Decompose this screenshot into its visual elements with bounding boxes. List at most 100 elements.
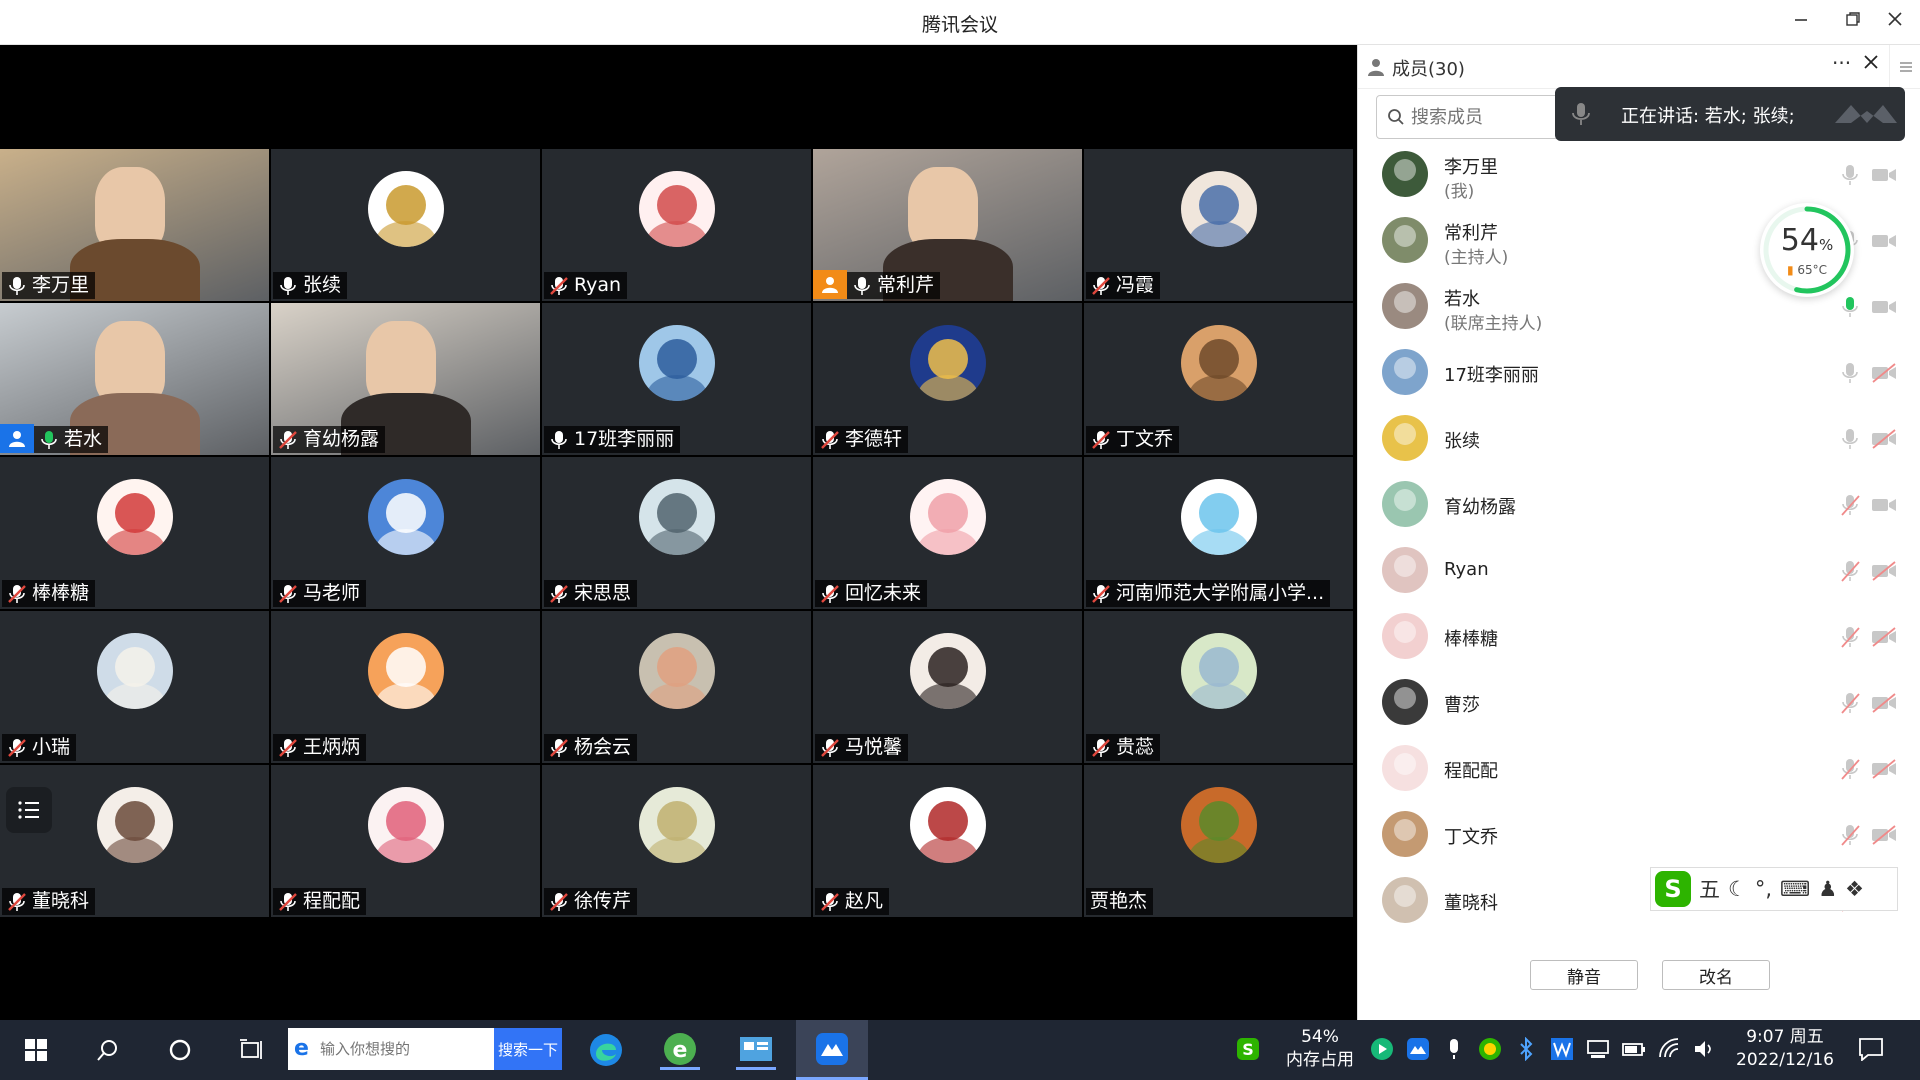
task-view-button[interactable] — [232, 1030, 272, 1070]
microphone-muted-icon[interactable] — [1838, 823, 1862, 847]
minimize-button[interactable] — [1786, 8, 1816, 36]
participant-list-toggle[interactable] — [6, 787, 52, 833]
participant-tile[interactable]: 回忆未来 — [813, 457, 1082, 609]
camera-icon[interactable] — [1870, 163, 1898, 187]
member-row[interactable]: 17班李丽丽 — [1378, 343, 1898, 403]
restore-button[interactable] — [1838, 8, 1868, 36]
camera-off-icon[interactable] — [1870, 427, 1898, 451]
camera-icon[interactable] — [1870, 229, 1898, 253]
camera-off-icon[interactable] — [1870, 823, 1898, 847]
punctuation-icon[interactable]: °, — [1755, 877, 1772, 901]
participant-tile[interactable]: 马悦馨 — [813, 611, 1082, 763]
participant-tile[interactable]: 河南师范大学附属小学... — [1084, 457, 1353, 609]
play-tray-icon[interactable] — [1370, 1037, 1394, 1061]
microphone-muted-icon[interactable] — [1838, 559, 1862, 583]
microphone-muted-icon[interactable] — [1838, 691, 1862, 715]
taskbar-clock[interactable]: 9:07 周五 2022/12/16 — [1720, 1026, 1850, 1072]
member-row[interactable]: Ryan — [1378, 541, 1898, 601]
wifi-tray-icon[interactable] — [1658, 1037, 1682, 1061]
participant-tile[interactable]: 宋思思 — [542, 457, 811, 609]
mute-all-button[interactable]: 静音 — [1530, 960, 1638, 990]
bluetooth-tray-icon[interactable] — [1514, 1036, 1538, 1062]
camera-off-icon[interactable] — [1870, 361, 1898, 385]
participant-tile[interactable]: Ryan — [542, 149, 811, 301]
volume-tray-icon[interactable] — [1692, 1037, 1716, 1061]
camera-off-icon[interactable] — [1870, 757, 1898, 781]
camera-off-icon[interactable] — [1870, 625, 1898, 649]
microphone-icon[interactable] — [1838, 295, 1862, 319]
participant-tile[interactable]: 董晓科 — [0, 765, 269, 917]
member-row[interactable]: 曹莎 — [1378, 673, 1898, 733]
member-row[interactable]: 丁文乔 — [1378, 805, 1898, 865]
participant-tile[interactable]: 育幼杨露 — [271, 303, 540, 455]
participant-tile[interactable]: 李万里 — [0, 149, 269, 301]
close-window-button[interactable] — [1880, 8, 1910, 36]
camera-off-icon[interactable] — [1870, 559, 1898, 583]
microphone-icon[interactable] — [1838, 427, 1862, 451]
moon-icon[interactable]: ☾ — [1728, 877, 1747, 901]
camera-icon[interactable] — [1870, 493, 1898, 517]
camera-icon[interactable] — [1870, 295, 1898, 319]
taskbar-search-submit[interactable]: 搜索一下 — [494, 1028, 562, 1070]
member-row[interactable]: 张续 — [1378, 409, 1898, 469]
taskbar-tencent-meeting[interactable] — [796, 1020, 868, 1080]
participant-tile[interactable]: 丁文乔 — [1084, 303, 1353, 455]
participant-tile[interactable]: 程配配 — [271, 765, 540, 917]
member-row[interactable]: 程配配 — [1378, 739, 1898, 799]
microphone-tray-icon[interactable] — [1442, 1037, 1466, 1061]
meeting-tray-icon[interactable] — [1406, 1037, 1430, 1061]
memory-usage-widget[interactable]: 54% ▮ 65°C — [1760, 203, 1854, 297]
network-device-tray-icon[interactable] — [1586, 1037, 1610, 1061]
taskbar-control-panel[interactable] — [736, 1030, 776, 1070]
member-row[interactable]: 李万里 (我) — [1378, 145, 1898, 205]
participant-tile[interactable]: 17班李丽丽 — [542, 303, 811, 455]
participant-tile[interactable]: 李德轩 — [813, 303, 1082, 455]
microphone-muted-icon[interactable] — [1838, 625, 1862, 649]
keyboard-icon[interactable]: ⌨ — [1780, 877, 1810, 901]
participant-name: 若水 — [64, 428, 103, 450]
participant-tile[interactable]: 杨会云 — [542, 611, 811, 763]
security-tray-icon[interactable] — [1478, 1037, 1502, 1061]
participant-tile[interactable]: 贵蕊 — [1084, 611, 1353, 763]
participant-nametag: 回忆未来 — [815, 580, 928, 607]
participant-avatar — [1181, 633, 1257, 709]
microphone-muted-icon[interactable] — [1838, 757, 1862, 781]
rename-button[interactable]: 改名 — [1662, 960, 1770, 990]
wps-tray-icon[interactable] — [1550, 1037, 1574, 1061]
participant-tile[interactable]: 王炳炳 — [271, 611, 540, 763]
sogou-logo-icon[interactable]: S — [1655, 871, 1691, 907]
start-button[interactable] — [16, 1030, 56, 1070]
participant-tile[interactable]: 张续 — [271, 149, 540, 301]
participant-tile[interactable]: 马老师 — [271, 457, 540, 609]
taskbar-browser[interactable]: e — [660, 1030, 700, 1070]
participant-tile[interactable]: 若水 — [0, 303, 269, 455]
participant-tile[interactable]: 小瑞 — [0, 611, 269, 763]
participant-tile[interactable]: 常利芹 — [813, 149, 1082, 301]
participant-tile[interactable]: 贾艳杰 — [1084, 765, 1353, 917]
participant-avatar — [97, 787, 173, 863]
participant-tile[interactable]: 徐传芹 — [542, 765, 811, 917]
participant-tile[interactable]: 冯霞 — [1084, 149, 1353, 301]
battery-tray-icon[interactable] — [1622, 1037, 1646, 1061]
camera-off-icon[interactable] — [1870, 691, 1898, 715]
participant-tile[interactable]: 棒棒糖 — [0, 457, 269, 609]
ime-mode[interactable]: 五 — [1699, 874, 1720, 904]
notification-button[interactable] — [1858, 1037, 1883, 1062]
taskbar-edge[interactable] — [586, 1030, 626, 1070]
participant-tile[interactable]: 赵凡 — [813, 765, 1082, 917]
microphone-icon[interactable] — [1838, 361, 1862, 385]
member-row[interactable]: 育幼杨露 — [1378, 475, 1898, 535]
panel-menu-button[interactable] — [1889, 45, 1920, 89]
cortana-button[interactable] — [160, 1030, 200, 1070]
microphone-icon[interactable] — [1838, 163, 1862, 187]
search-button[interactable] — [88, 1030, 128, 1070]
more-options-button[interactable]: ··· — [1832, 51, 1851, 75]
member-row[interactable]: 棒棒糖 — [1378, 607, 1898, 667]
sogou-tray-icon[interactable]: S — [1236, 1037, 1260, 1061]
apps-icon[interactable]: ❖ — [1845, 877, 1864, 901]
taskbar-memory[interactable]: 54% 内存占用 — [1280, 1026, 1360, 1072]
close-panel-button[interactable] — [1862, 53, 1880, 75]
taskbar-search-input[interactable] — [320, 1040, 490, 1058]
user-icon[interactable]: ♟ — [1818, 877, 1837, 901]
microphone-muted-icon[interactable] — [1838, 493, 1862, 517]
